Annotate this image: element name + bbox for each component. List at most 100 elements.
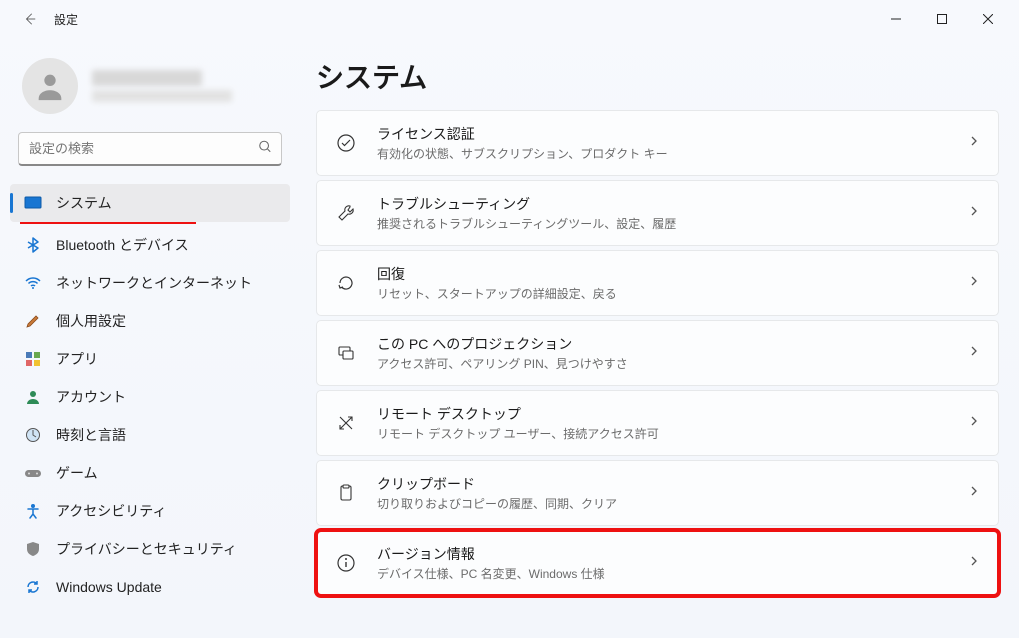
brush-icon bbox=[24, 312, 42, 330]
nav-label: 個人用設定 bbox=[56, 311, 126, 331]
nav-label: Bluetooth とデバイス bbox=[56, 235, 189, 255]
card-about[interactable]: バージョン情報 デバイス仕様、PC 名変更、Windows 仕様 bbox=[316, 530, 999, 596]
nav-item-apps[interactable]: アプリ bbox=[10, 340, 290, 378]
nav-label: プライバシーとセキュリティ bbox=[56, 539, 237, 559]
user-block[interactable] bbox=[0, 50, 300, 132]
card-body: トラブルシューティング 推奨されるトラブルシューティングツール、設定、履歴 bbox=[377, 194, 948, 232]
card-troubleshoot[interactable]: トラブルシューティング 推奨されるトラブルシューティングツール、設定、履歴 bbox=[316, 180, 999, 246]
titlebar: 設定 bbox=[0, 0, 1019, 38]
nav-item-gaming[interactable]: ゲーム bbox=[10, 454, 290, 492]
bluetooth-icon bbox=[24, 236, 42, 254]
card-subtitle: 切り取りおよびコピーの履歴、同期、クリア bbox=[377, 495, 948, 512]
search-input[interactable] bbox=[18, 132, 282, 166]
nav: システム Bluetooth とデバイス ネットワークとインターネット 個人用設… bbox=[0, 184, 300, 606]
card-body: クリップボード 切り取りおよびコピーの履歴、同期、クリア bbox=[377, 474, 948, 512]
recovery-icon bbox=[335, 273, 357, 293]
card-subtitle: 推奨されるトラブルシューティングツール、設定、履歴 bbox=[377, 215, 948, 232]
card-title: バージョン情報 bbox=[377, 544, 948, 564]
remote-icon bbox=[335, 413, 357, 433]
gamepad-icon bbox=[24, 464, 42, 482]
nav-label: Windows Update bbox=[56, 579, 162, 595]
search-box bbox=[18, 132, 282, 166]
nav-item-time-language[interactable]: 時刻と言語 bbox=[10, 416, 290, 454]
card-subtitle: リセット、スタートアップの詳細設定、戻る bbox=[377, 285, 948, 302]
card-body: バージョン情報 デバイス仕様、PC 名変更、Windows 仕様 bbox=[377, 544, 948, 582]
window-controls bbox=[873, 3, 1011, 35]
card-title: リモート デスクトップ bbox=[377, 404, 948, 424]
card-title: トラブルシューティング bbox=[377, 194, 948, 214]
card-body: この PC へのプロジェクション アクセス許可、ペアリング PIN、見つけやすさ bbox=[377, 334, 948, 372]
nav-label: システム bbox=[56, 193, 112, 213]
update-icon bbox=[24, 578, 42, 596]
maximize-button[interactable] bbox=[919, 3, 965, 35]
card-body: 回復 リセット、スタートアップの詳細設定、戻る bbox=[377, 264, 948, 302]
clipboard-icon bbox=[335, 483, 357, 503]
page-title: システム bbox=[316, 56, 999, 96]
close-button[interactable] bbox=[965, 3, 1011, 35]
card-body: ライセンス認証 有効化の状態、サブスクリプション、プロダクト キー bbox=[377, 124, 948, 162]
check-circle-icon bbox=[335, 133, 357, 153]
card-projecting[interactable]: この PC へのプロジェクション アクセス許可、ペアリング PIN、見つけやすさ bbox=[316, 320, 999, 386]
chevron-right-icon bbox=[968, 554, 980, 572]
back-button[interactable] bbox=[20, 9, 40, 29]
main: システム ライセンス認証 有効化の状態、サブスクリプション、プロダクト キー ト… bbox=[300, 38, 1019, 638]
accessibility-icon bbox=[24, 502, 42, 520]
sidebar: システム Bluetooth とデバイス ネットワークとインターネット 個人用設… bbox=[0, 38, 300, 638]
red-underline-annotation bbox=[20, 222, 196, 224]
card-remote-desktop[interactable]: リモート デスクトップ リモート デスクトップ ユーザー、接続アクセス許可 bbox=[316, 390, 999, 456]
system-icon bbox=[24, 194, 42, 212]
nav-label: アプリ bbox=[56, 349, 98, 369]
chevron-right-icon bbox=[968, 344, 980, 362]
shield-icon bbox=[24, 540, 42, 558]
nav-label: ゲーム bbox=[56, 463, 98, 483]
cards-list: ライセンス認証 有効化の状態、サブスクリプション、プロダクト キー トラブルシュ… bbox=[316, 110, 999, 596]
settings-window: 設定 bbox=[0, 0, 1019, 638]
info-icon bbox=[335, 553, 357, 573]
wrench-icon bbox=[335, 203, 357, 223]
nav-item-system[interactable]: システム bbox=[10, 184, 290, 222]
card-recovery[interactable]: 回復 リセット、スタートアップの詳細設定、戻る bbox=[316, 250, 999, 316]
person-icon bbox=[24, 388, 42, 406]
chevron-right-icon bbox=[968, 414, 980, 432]
card-subtitle: アクセス許可、ペアリング PIN、見つけやすさ bbox=[377, 355, 948, 372]
user-name bbox=[92, 70, 202, 86]
search-wrap bbox=[0, 132, 300, 184]
search-icon bbox=[258, 140, 272, 159]
card-title: ライセンス認証 bbox=[377, 124, 948, 144]
nav-item-privacy[interactable]: プライバシーとセキュリティ bbox=[10, 530, 290, 568]
chevron-right-icon bbox=[968, 134, 980, 152]
avatar bbox=[22, 58, 78, 114]
card-clipboard[interactable]: クリップボード 切り取りおよびコピーの履歴、同期、クリア bbox=[316, 460, 999, 526]
card-subtitle: リモート デスクトップ ユーザー、接続アクセス許可 bbox=[377, 425, 948, 442]
card-body: リモート デスクトップ リモート デスクトップ ユーザー、接続アクセス許可 bbox=[377, 404, 948, 442]
card-title: 回復 bbox=[377, 264, 948, 284]
chevron-right-icon bbox=[968, 484, 980, 502]
card-title: この PC へのプロジェクション bbox=[377, 334, 948, 354]
nav-label: 時刻と言語 bbox=[56, 425, 126, 445]
titlebar-left: 設定 bbox=[8, 9, 78, 29]
user-email bbox=[92, 90, 232, 102]
nav-label: アクセシビリティ bbox=[56, 501, 166, 521]
card-activation[interactable]: ライセンス認証 有効化の状態、サブスクリプション、プロダクト キー bbox=[316, 110, 999, 176]
wifi-icon bbox=[24, 274, 42, 292]
nav-item-accessibility[interactable]: アクセシビリティ bbox=[10, 492, 290, 530]
window-title: 設定 bbox=[54, 11, 78, 28]
projection-icon bbox=[335, 343, 357, 363]
nav-label: ネットワークとインターネット bbox=[56, 273, 252, 293]
chevron-right-icon bbox=[968, 274, 980, 292]
body: システム Bluetooth とデバイス ネットワークとインターネット 個人用設… bbox=[0, 38, 1019, 638]
nav-label: アカウント bbox=[56, 387, 126, 407]
clock-globe-icon bbox=[24, 426, 42, 444]
apps-icon bbox=[24, 350, 42, 368]
card-title: クリップボード bbox=[377, 474, 948, 494]
nav-item-personalization[interactable]: 個人用設定 bbox=[10, 302, 290, 340]
card-subtitle: 有効化の状態、サブスクリプション、プロダクト キー bbox=[377, 145, 948, 162]
card-subtitle: デバイス仕様、PC 名変更、Windows 仕様 bbox=[377, 565, 948, 582]
nav-item-bluetooth[interactable]: Bluetooth とデバイス bbox=[10, 226, 290, 264]
nav-item-windows-update[interactable]: Windows Update bbox=[10, 568, 290, 606]
user-info bbox=[92, 70, 232, 102]
nav-item-network[interactable]: ネットワークとインターネット bbox=[10, 264, 290, 302]
nav-item-accounts[interactable]: アカウント bbox=[10, 378, 290, 416]
minimize-button[interactable] bbox=[873, 3, 919, 35]
chevron-right-icon bbox=[968, 204, 980, 222]
